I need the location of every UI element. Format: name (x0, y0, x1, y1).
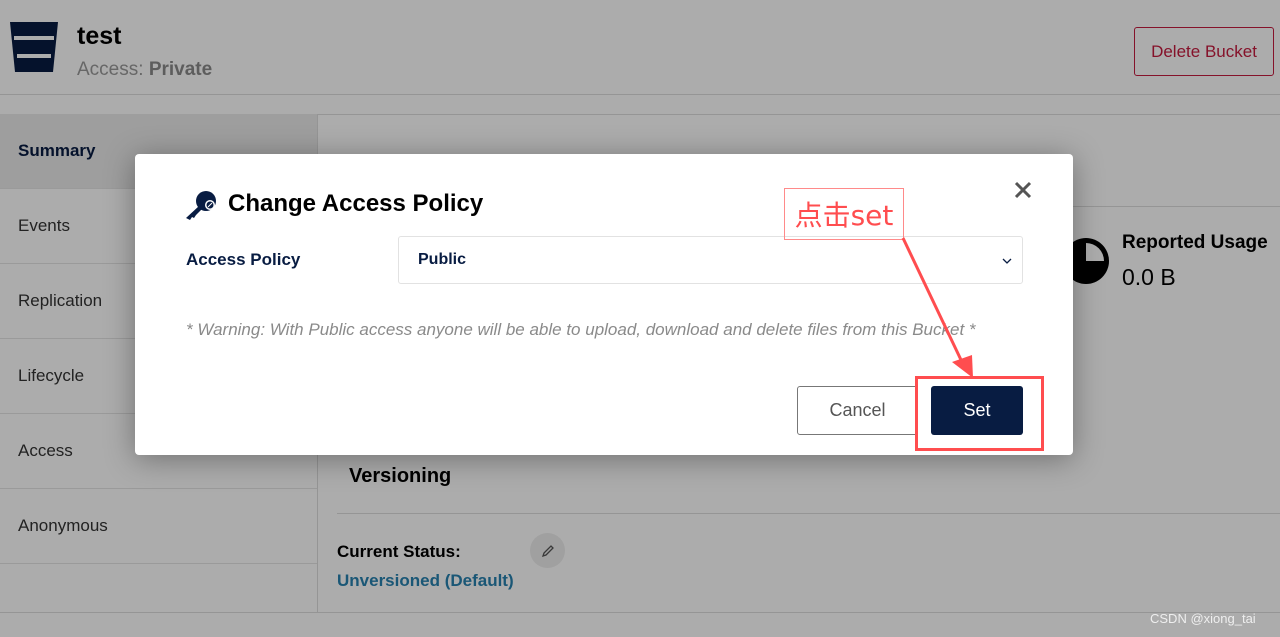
annotation-highlight-box (915, 376, 1044, 451)
annotation-arrow (901, 237, 973, 378)
watermark: CSDN @xiong_tai (1150, 611, 1256, 626)
